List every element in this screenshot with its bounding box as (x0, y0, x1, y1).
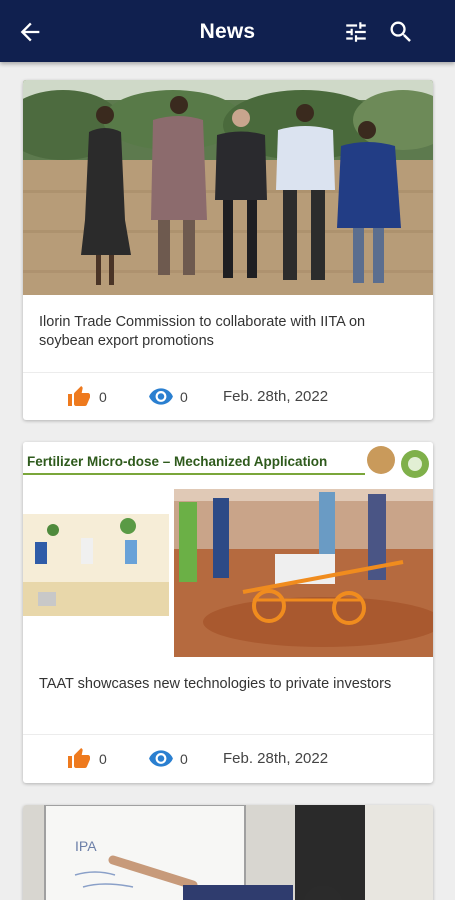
eye-icon (149, 750, 173, 767)
news-date: Feb. 28th, 2022 (223, 388, 329, 405)
thumbs-up-icon[interactable] (66, 747, 92, 771)
news-photo-group[interactable] (23, 80, 433, 295)
news-meta: 0 0 Feb. 28th, 2022 (23, 734, 433, 782)
eye-icon (149, 388, 173, 405)
news-photo-fertilizer[interactable]: Fertilizer Micro-dose – Mechanized Appli… (23, 442, 433, 657)
news-card[interactable]: IPA (23, 805, 433, 900)
news-date: Feb. 28th, 2022 (223, 750, 329, 767)
news-card[interactable]: Ilorin Trade Commission to collaborate w… (23, 80, 433, 420)
news-headline[interactable]: Ilorin Trade Commission to collaborate w… (39, 313, 409, 351)
news-card[interactable]: Fertilizer Micro-dose – Mechanized Appli… (23, 442, 433, 783)
photo-caption: Fertilizer Micro-dose – Mechanized Appli… (27, 454, 327, 469)
news-feed[interactable]: Ilorin Trade Commission to collaborate w… (0, 62, 455, 900)
like-count: 0 (99, 389, 107, 405)
view-count: 0 (180, 751, 188, 767)
view-count: 0 (180, 389, 188, 405)
tune-icon[interactable] (343, 19, 369, 45)
news-headline[interactable]: TAAT showcases new technologies to priva… (39, 675, 409, 694)
search-icon[interactable] (387, 18, 415, 46)
app-bar: News (0, 0, 455, 62)
like-count: 0 (99, 751, 107, 767)
news-meta: 0 0 Feb. 28th, 2022 (23, 372, 433, 420)
thumbs-up-icon[interactable] (66, 385, 92, 409)
news-photo-whiteboard[interactable]: IPA (23, 805, 433, 900)
whiteboard-text: IPA (75, 838, 97, 854)
